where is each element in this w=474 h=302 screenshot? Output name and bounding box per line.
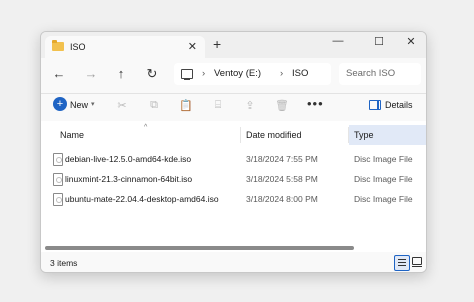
back-button[interactable]: ← xyxy=(49,66,69,81)
column-name[interactable]: Name xyxy=(60,130,84,140)
file-row[interactable]: linuxmint-21.3-cinnamon-64bit.iso 3/18/2… xyxy=(41,170,426,190)
title-bar: ISO ✕ + — ☐ ✕ xyxy=(41,32,426,58)
this-pc-icon[interactable] xyxy=(181,69,193,81)
column-type-label: Type xyxy=(354,130,374,140)
chevron-down-icon: ▾ xyxy=(91,101,95,108)
close-tab-icon[interactable]: ✕ xyxy=(188,40,197,53)
file-date: 3/18/2024 8:00 PM xyxy=(246,194,318,204)
delete-icon[interactable]: 🗑 xyxy=(274,99,290,113)
address-bar[interactable]: › Ventoy (E:) › ISO xyxy=(174,63,331,85)
item-count: 3 items xyxy=(50,258,78,268)
breadcrumb-drive[interactable]: Ventoy (E:) xyxy=(214,68,261,79)
share-icon[interactable]: ⇪ xyxy=(242,99,258,113)
file-type: Disc Image File xyxy=(354,194,413,204)
tiles-view-icon[interactable] xyxy=(411,256,423,268)
sort-indicator-icon: ^ xyxy=(144,124,148,131)
command-bar: + New ▾ ✂ ⧉ 📋 ⌸ ⇪ 🗑 ••• Details xyxy=(41,94,426,120)
navigation-bar: ← → ↑ ↻ › Ventoy (E:) › ISO Search ISO xyxy=(41,58,426,92)
details-view-icon[interactable] xyxy=(394,255,410,271)
disc-image-file-icon xyxy=(53,193,63,206)
file-date: 3/18/2024 7:55 PM xyxy=(246,154,318,164)
file-row[interactable]: debian-live-12.5.0-amd64-kde.iso 3/18/20… xyxy=(41,150,426,170)
details-pane-icon xyxy=(369,100,381,110)
file-name: ubuntu-mate-22.04.4-desktop-amd64.iso xyxy=(65,194,219,204)
forward-button[interactable]: → xyxy=(81,66,101,81)
file-name: linuxmint-21.3-cinnamon-64bit.iso xyxy=(65,174,193,184)
rename-icon[interactable]: ⌸ xyxy=(210,99,226,113)
file-type: Disc Image File xyxy=(354,154,413,164)
breadcrumb-folder[interactable]: ISO xyxy=(292,68,308,79)
file-type: Disc Image File xyxy=(354,174,413,184)
file-row[interactable]: ubuntu-mate-22.04.4-desktop-amd64.iso 3/… xyxy=(41,190,426,210)
tab-title: ISO xyxy=(70,42,86,52)
column-separator[interactable] xyxy=(240,127,241,143)
breadcrumb-separator[interactable]: › xyxy=(202,68,205,79)
search-box[interactable]: Search ISO xyxy=(339,63,421,85)
cut-icon[interactable]: ✂ xyxy=(114,99,130,113)
close-window-button[interactable]: ✕ xyxy=(401,35,421,48)
tab-iso[interactable]: ISO ✕ xyxy=(45,36,205,58)
column-header-row: ^ Name Date modified Type xyxy=(41,124,426,145)
search-input[interactable]: Search ISO xyxy=(346,68,395,79)
minimize-button[interactable]: — xyxy=(328,35,348,47)
disc-image-file-icon xyxy=(53,173,63,186)
file-date: 3/18/2024 5:58 PM xyxy=(246,174,318,184)
disc-image-file-icon xyxy=(53,153,63,166)
plus-icon: + xyxy=(53,97,67,111)
paste-icon[interactable]: 📋 xyxy=(178,99,194,113)
column-date-modified[interactable]: Date modified xyxy=(246,130,302,140)
refresh-button[interactable]: ↻ xyxy=(142,66,162,82)
folder-icon xyxy=(52,40,64,51)
column-type[interactable]: Type xyxy=(349,125,426,145)
more-options-button[interactable]: ••• xyxy=(307,96,324,111)
new-label: New xyxy=(70,100,89,110)
breadcrumb-separator[interactable]: › xyxy=(280,68,283,79)
new-tab-button[interactable]: + xyxy=(213,36,221,52)
file-name: debian-live-12.5.0-amd64-kde.iso xyxy=(65,154,192,164)
copy-icon[interactable]: ⧉ xyxy=(146,99,162,113)
maximize-button[interactable]: ☐ xyxy=(369,35,389,48)
details-label: Details xyxy=(385,100,413,110)
up-button[interactable]: ↑ xyxy=(111,66,131,81)
file-explorer-window: ISO ✕ + — ☐ ✕ ← → ↑ ↻ › Ventoy (E:) › IS… xyxy=(40,31,427,273)
file-list: ^ Name Date modified Type debian-live-12… xyxy=(41,121,426,252)
horizontal-scrollbar[interactable] xyxy=(45,246,354,250)
status-bar: 3 items xyxy=(41,252,426,272)
